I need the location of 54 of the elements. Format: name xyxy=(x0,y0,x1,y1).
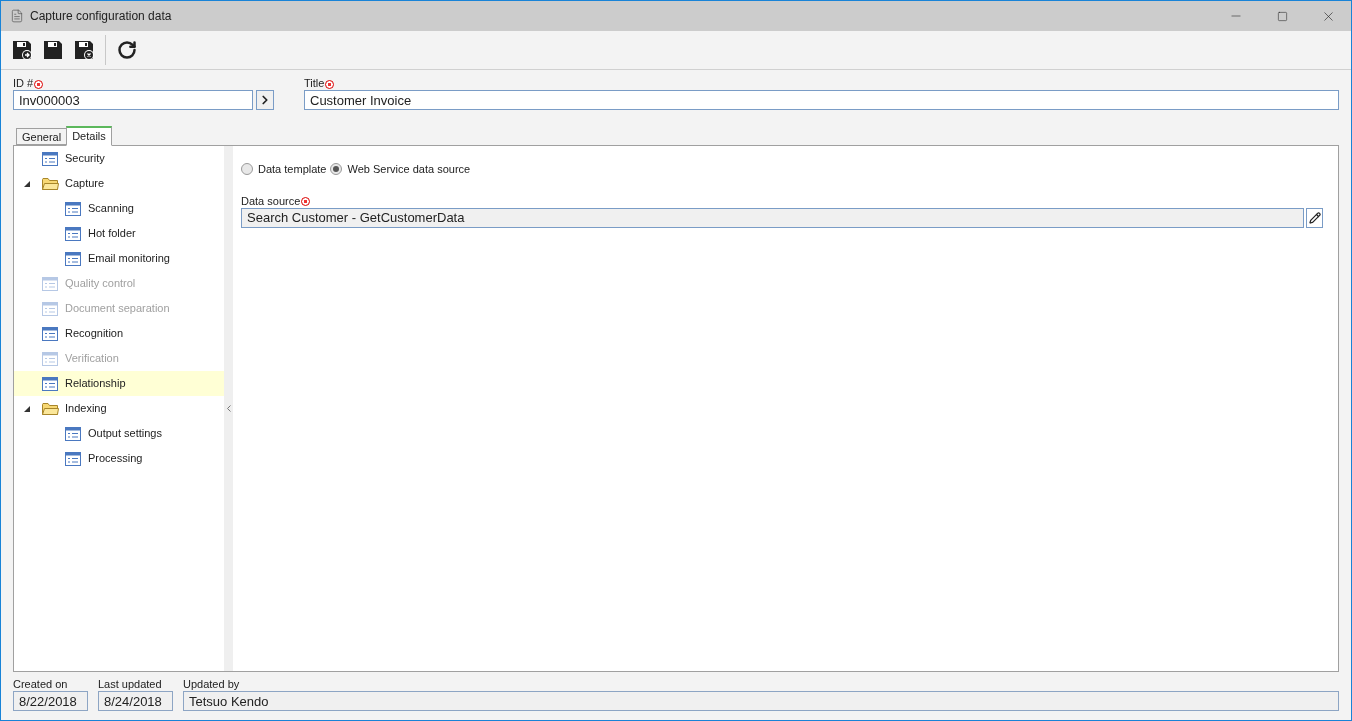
expanded-triangle-icon[interactable] xyxy=(24,405,30,412)
pencil-icon[interactable] xyxy=(1308,211,1321,224)
form-icon xyxy=(65,226,81,241)
save-close-button[interactable] xyxy=(72,38,96,62)
radio-button[interactable] xyxy=(330,163,343,176)
field-label: Created on xyxy=(13,678,69,691)
tree-item[interactable]: Capture xyxy=(14,171,224,196)
window-title: Capture configuration data xyxy=(30,8,172,25)
form-icon xyxy=(42,301,58,316)
field-label: Data source xyxy=(241,193,301,209)
field-label: Last updated xyxy=(98,678,163,691)
expanded-triangle-icon[interactable] xyxy=(24,180,30,187)
field-label: Title xyxy=(304,76,325,92)
form-icon xyxy=(42,151,58,166)
tree-item[interactable]: Email monitoring xyxy=(14,246,224,271)
maximize-icon[interactable] xyxy=(1276,10,1288,22)
radio-button[interactable] xyxy=(241,163,253,176)
form-icon xyxy=(65,451,81,466)
tab[interactable]: Details xyxy=(66,126,112,146)
save-button[interactable] xyxy=(41,38,65,62)
form-icon xyxy=(42,376,58,391)
tree-item[interactable]: Processing xyxy=(14,446,224,471)
tree-item[interactable]: Security xyxy=(14,146,224,171)
tree-item[interactable]: Hot folder xyxy=(14,221,224,246)
form-icon xyxy=(65,251,81,266)
tree-item[interactable]: Scanning xyxy=(14,196,224,221)
field-label: ID # xyxy=(13,76,34,92)
tab[interactable]: General xyxy=(16,128,67,145)
edit-button[interactable] xyxy=(1306,207,1323,228)
floppy-icon xyxy=(42,39,64,61)
folder-icon xyxy=(41,402,59,415)
document-icon xyxy=(10,9,24,23)
readonly-field[interactable]: Tetsuo Kendo xyxy=(183,691,1339,711)
form-icon xyxy=(42,351,58,366)
form-icon xyxy=(42,326,58,341)
tree-item[interactable]: Recognition xyxy=(14,321,224,346)
form-icon xyxy=(42,276,58,291)
tree-item[interactable]: Output settings xyxy=(14,421,224,446)
form-icon xyxy=(65,426,81,441)
floppy-x-icon xyxy=(73,39,95,61)
radio-label: Web Service data source xyxy=(347,162,471,177)
chevron-left-icon[interactable] xyxy=(226,405,231,412)
tree-item[interactable]: Relationship xyxy=(14,371,224,396)
form-icon xyxy=(65,201,81,216)
field-label: Updated by xyxy=(183,678,241,691)
title-field[interactable]: Customer Invoice xyxy=(304,90,1339,110)
tree-item[interactable]: Indexing xyxy=(14,396,224,421)
readonly-field[interactable]: 8/22/2018 xyxy=(13,691,88,711)
data-source-field[interactable]: Search Customer - GetCustomerData xyxy=(241,207,1304,228)
id-field[interactable]: Inv000003 xyxy=(13,90,253,110)
radio-label: Data template xyxy=(258,162,327,177)
readonly-field[interactable]: 8/24/2018 xyxy=(98,691,173,711)
folder-icon xyxy=(41,177,59,190)
refresh-button[interactable] xyxy=(115,38,139,62)
